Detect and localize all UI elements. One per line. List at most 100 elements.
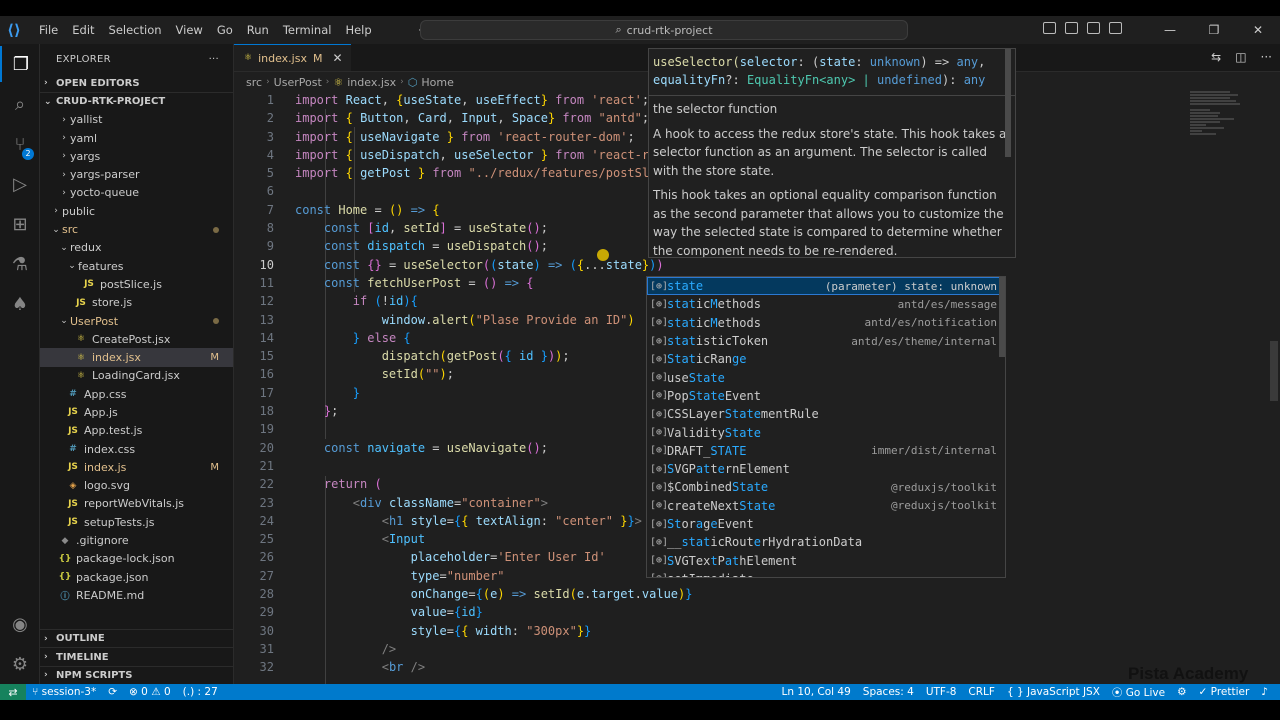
tree-file[interactable]: ⓘ README.md — [40, 586, 233, 604]
menu-go[interactable]: Go — [210, 16, 240, 44]
selection-indicator[interactable]: (.) : 27 — [177, 686, 224, 698]
tree-file[interactable]: # index.css — [40, 440, 233, 458]
editor-scrollbar[interactable] — [1266, 91, 1280, 401]
suggestion-item[interactable]: [⊕] CSSLayerStatementRule — [647, 405, 1005, 423]
sync-icon[interactable]: ⟳ — [102, 686, 123, 698]
tree-folder[interactable]: › yargs — [40, 147, 233, 165]
suggestion-item[interactable]: [⊕]setImmediate — [647, 570, 1005, 577]
extensions-icon[interactable]: ⊞ — [0, 206, 40, 242]
breadcrumb-userpost[interactable]: UserPost — [274, 76, 322, 89]
npm-scripts-section[interactable]: › NPM SCRIPTS — [40, 665, 233, 684]
tree-file[interactable]: JS App.test.js — [40, 422, 233, 440]
suggestion-item[interactable]: [⊕] __staticRouterHydrationData — [647, 533, 1005, 551]
suggestion-item[interactable]: [⊕] StorageEvent — [647, 515, 1005, 533]
branch-indicator[interactable]: ⑂ session-3* — [26, 686, 102, 698]
tree-file[interactable]: ◆ .gitignore — [40, 531, 233, 549]
tree-folder[interactable]: ⌄ redux — [40, 239, 233, 257]
end-of-line[interactable]: CRLF — [962, 686, 1001, 698]
indentation[interactable]: Spaces: 4 — [857, 686, 920, 698]
tree-file[interactable]: {} package-lock.json — [40, 550, 233, 568]
minimap[interactable] — [1190, 91, 1266, 161]
tree-folder[interactable]: ⌄ src — [40, 220, 233, 238]
mongodb-leaf-icon[interactable]: ♠ — [0, 286, 40, 322]
tree-folder[interactable]: ⌄ UserPost — [40, 312, 233, 330]
tree-file[interactable]: JS App.js — [40, 403, 233, 421]
more-actions-icon[interactable]: ··· — [209, 54, 219, 65]
menu-run[interactable]: Run — [240, 16, 276, 44]
search-icon[interactable]: ⌕ — [0, 86, 40, 122]
suggestion-item[interactable]: [⊕] staticMethods antd/es/notification — [647, 314, 1005, 332]
menu-terminal[interactable]: Terminal — [276, 16, 339, 44]
breadcrumb-src[interactable]: src — [246, 76, 262, 89]
command-center-search[interactable]: ⌕ crud-rtk-project — [420, 20, 908, 40]
suggestion-item[interactable]: [⊕] state (parameter) state: unknown — [647, 277, 1005, 296]
go-live-button[interactable]: ⦿ Go Live — [1106, 685, 1171, 700]
hover-scrollbar[interactable] — [1005, 49, 1011, 157]
suggestion-item[interactable]: [⊕] createNextState @reduxjs/toolkit — [647, 497, 1005, 515]
prettier-status[interactable]: ✓ Prettier — [1193, 686, 1256, 698]
problems-indicator[interactable]: ⊗ 0 ⚠ 0 — [123, 686, 177, 698]
suggestion-item[interactable]: [⊕] ValidityState — [647, 423, 1005, 441]
tree-folder[interactable]: › yallist — [40, 111, 233, 129]
maximize-button[interactable]: ❐ — [1192, 16, 1236, 44]
settings-sync-icon[interactable]: ⚙ — [1171, 686, 1192, 698]
menu-view[interactable]: View — [169, 16, 210, 44]
manage-gear-icon[interactable]: ⚙ — [0, 646, 40, 682]
suggestion-item[interactable]: [⊕] statisticToken antd/es/theme/internal — [647, 332, 1005, 350]
suggestion-item[interactable]: [⊕] PopStateEvent — [647, 387, 1005, 405]
tree-file[interactable]: {} package.json — [40, 568, 233, 586]
suggestion-item[interactable]: [⊕] $CombinedState @reduxjs/toolkit — [647, 478, 1005, 496]
tab-index-jsx[interactable]: ⚛ index.jsx M ✕ — [234, 44, 351, 71]
tree-file[interactable]: # App.css — [40, 385, 233, 403]
suggestion-item[interactable]: [⊕] useState — [647, 368, 1005, 386]
close-tab-icon[interactable]: ✕ — [332, 51, 342, 65]
more-actions-icon[interactable]: ··· — [1261, 50, 1272, 64]
suggestion-item[interactable]: [⊕] StaticRange — [647, 350, 1005, 368]
breadcrumb-symbol[interactable]: Home — [421, 76, 453, 89]
source-control-icon[interactable]: ⑂ 2 — [0, 126, 40, 162]
tree-folder[interactable]: › yocto-queue — [40, 184, 233, 202]
tree-file[interactable]: ⚛ CreatePost.jsx — [40, 330, 233, 348]
outline-section[interactable]: › OUTLINE — [40, 629, 233, 647]
tree-file[interactable]: JS postSlice.js — [40, 275, 233, 293]
tree-file[interactable]: JS store.js — [40, 294, 233, 312]
tree-folder[interactable]: ⌄ features — [40, 257, 233, 275]
tree-file[interactable]: ◈ logo.svg — [40, 477, 233, 495]
toggle-panel-icon[interactable] — [1065, 22, 1078, 34]
cursor-position[interactable]: Ln 10, Col 49 — [776, 686, 857, 698]
suggest-scrollbar[interactable] — [999, 277, 1005, 357]
menu-edit[interactable]: Edit — [65, 16, 101, 44]
remote-indicator[interactable]: ⇄ — [0, 684, 26, 700]
menu-help[interactable]: Help — [338, 16, 378, 44]
encoding[interactable]: UTF-8 — [920, 686, 963, 698]
tree-file[interactable]: JS setupTests.js — [40, 513, 233, 531]
menu-file[interactable]: File — [32, 16, 65, 44]
tree-folder[interactable]: › yargs-parser — [40, 165, 233, 183]
run-debug-icon[interactable]: ▷ — [0, 166, 40, 202]
project-section[interactable]: ⌄ CRUD-RTK-PROJECT — [40, 92, 233, 110]
breadcrumb-file[interactable]: index.jsx — [347, 76, 396, 89]
open-editors-section[interactable]: › OPEN EDITORS — [40, 74, 233, 92]
minimize-button[interactable]: — — [1148, 16, 1192, 44]
toggle-sidebar-icon[interactable] — [1043, 22, 1056, 34]
compare-changes-icon[interactable]: ⇆ — [1211, 50, 1221, 64]
timeline-section[interactable]: › TIMELINE — [40, 647, 233, 665]
language-mode[interactable]: { } JavaScript JSX — [1001, 686, 1106, 698]
explorer-icon[interactable]: ❐ — [0, 46, 40, 82]
customize-layout-icon[interactable] — [1109, 22, 1122, 34]
toggle-secondary-sidebar-icon[interactable] — [1087, 22, 1100, 34]
split-editor-icon[interactable]: ◫ — [1235, 50, 1246, 64]
tree-file[interactable]: ⚛ LoadingCard.jsx — [40, 367, 233, 385]
tree-folder[interactable]: › public — [40, 202, 233, 220]
suggestion-item[interactable]: [⊕] SVGPatternElement — [647, 460, 1005, 478]
account-icon[interactable]: ◉ — [0, 606, 40, 642]
menu-selection[interactable]: Selection — [102, 16, 169, 44]
tree-file[interactable]: ⚛ index.jsx M — [40, 348, 233, 367]
suggestion-item[interactable]: [⊕] SVGTextPathElement — [647, 551, 1005, 569]
tree-file[interactable]: JS reportWebVitals.js — [40, 495, 233, 513]
suggestion-item[interactable]: [⊕] staticMethods antd/es/message — [647, 295, 1005, 313]
testing-icon[interactable]: ⚗ — [0, 246, 40, 282]
suggestion-item[interactable]: [⊕] DRAFT_STATE immer/dist/internal — [647, 442, 1005, 460]
scrollbar-thumb[interactable] — [1270, 341, 1278, 401]
close-window-button[interactable]: ✕ — [1236, 16, 1280, 44]
